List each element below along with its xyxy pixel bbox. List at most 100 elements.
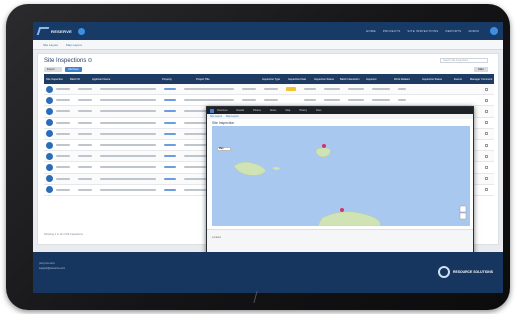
row-checkbox[interactable]	[485, 165, 488, 169]
table-cell	[100, 188, 156, 191]
table-cell-link[interactable]	[164, 144, 176, 147]
col-header[interactable]: Property	[160, 78, 194, 81]
row-checkbox[interactable]	[485, 188, 488, 192]
island-north	[315, 147, 331, 158]
col-header[interactable]: Inspection Date	[286, 78, 312, 81]
modal-tab[interactable]: Map	[285, 109, 290, 112]
modal-subnav-site-layout[interactable]: Site Layout	[210, 115, 222, 118]
nav-item-admin[interactable]: ADMIN	[468, 29, 479, 33]
app-logo[interactable]: RESERVE	[36, 27, 86, 35]
row-view-icon[interactable]	[46, 107, 53, 115]
modal-tab[interactable]: Overview	[217, 109, 227, 112]
col-header[interactable]: Inspection Status	[312, 78, 338, 81]
row-checkbox[interactable]	[485, 132, 488, 136]
site-inspection-modal: Overview Details Photos Notes Map Histor…	[206, 106, 474, 260]
col-header[interactable]: Inspector	[364, 78, 392, 81]
map-view[interactable]: Map	[212, 126, 470, 226]
table-cell-link[interactable]	[164, 88, 176, 91]
modal-tab[interactable]: Photos	[253, 109, 261, 112]
nav-item-reports[interactable]: REPORTS	[445, 29, 461, 33]
col-header[interactable]: Manager Comment	[468, 78, 494, 81]
nav-item-projects[interactable]: PROJECTS	[383, 29, 401, 33]
app-screen: RESERVE HOME PROJECTS SITE INSPECTIONS R…	[33, 22, 503, 293]
table-cell	[78, 132, 92, 135]
col-header[interactable]: Batch ID	[68, 78, 90, 81]
nav-item-home[interactable]: HOME	[366, 29, 376, 33]
table-cell	[304, 88, 316, 91]
col-header[interactable]: Work Related	[392, 78, 420, 81]
map-marker-south	[340, 208, 344, 212]
col-header[interactable]: Batch Interaction	[338, 78, 364, 81]
row-checkbox[interactable]	[485, 121, 488, 125]
table-cell	[100, 155, 156, 158]
footer-brand-name: RESOURCE SOLUTIONS	[453, 270, 493, 274]
table-cell	[78, 166, 92, 169]
table-cell-link[interactable]	[164, 110, 176, 113]
export-button[interactable]: Export	[44, 67, 62, 72]
table-row[interactable]	[44, 95, 494, 107]
zoom-in-icon	[459, 205, 467, 213]
logo-icon	[36, 27, 50, 35]
row-view-icon[interactable]	[46, 141, 53, 149]
col-header[interactable]: Events	[452, 78, 468, 81]
nav-item-site-inspections[interactable]: SITE INSPECTIONS	[407, 29, 438, 33]
row-checkbox[interactable]	[485, 109, 488, 113]
table-cell-link[interactable]	[164, 99, 176, 102]
sub-navigation: Site Layout Map Layout	[33, 40, 503, 50]
row-checkbox[interactable]	[485, 177, 488, 181]
help-icon[interactable]	[88, 58, 93, 62]
status-badge	[286, 87, 296, 92]
add-new-button[interactable]: Add New	[65, 67, 82, 72]
col-header[interactable]: Site Inspection	[44, 78, 68, 81]
table-cell	[100, 110, 156, 113]
table-cell-link[interactable]	[164, 166, 176, 169]
footer-email[interactable]: support@resource.com	[39, 267, 65, 270]
row-checkbox[interactable]	[485, 154, 488, 158]
table-cell	[100, 177, 156, 180]
row-view-icon[interactable]	[46, 130, 53, 138]
row-checkbox[interactable]	[485, 87, 488, 91]
user-avatar[interactable]	[490, 27, 498, 35]
table-cell	[398, 88, 406, 91]
modal-tab[interactable]: Notes	[270, 109, 277, 112]
table-cell-link[interactable]	[164, 177, 176, 180]
table-row[interactable]	[44, 84, 494, 96]
row-view-icon[interactable]	[46, 119, 53, 127]
filter-button[interactable]: Filter	[474, 67, 488, 72]
row-view-icon[interactable]	[46, 186, 53, 194]
modal-tab[interactable]: History	[299, 109, 307, 112]
modal-subnav-map-layout[interactable]: Map Layout	[226, 115, 239, 118]
map-type-select[interactable]: Map	[217, 147, 231, 151]
table-cell-link[interactable]	[164, 188, 176, 191]
table-cell-link[interactable]	[164, 155, 176, 158]
row-checkbox[interactable]	[485, 98, 488, 102]
table-cell-link[interactable]	[164, 132, 176, 135]
table-cell-link[interactable]	[164, 121, 176, 124]
table-cell	[372, 99, 390, 102]
app-icon	[210, 108, 214, 113]
col-header[interactable]: Inspection Status	[420, 78, 452, 81]
row-view-icon[interactable]	[46, 96, 53, 104]
modal-subnav: Site Layout Map Layout	[207, 114, 473, 119]
subnav-map-layout[interactable]: Map Layout	[66, 43, 82, 47]
modal-tab[interactable]: Details	[236, 109, 244, 112]
table-cell	[78, 99, 92, 102]
modal-tab[interactable]: Files	[316, 109, 321, 112]
action-buttons: Export Add New	[44, 67, 82, 72]
row-view-icon[interactable]	[46, 152, 53, 160]
search-input[interactable]: Search Site Inspections	[440, 58, 488, 63]
table-cell	[78, 88, 92, 91]
col-header[interactable]: Inspection Type	[260, 78, 286, 81]
page-footer: (xxx) xxx-xxxx support@resource.com RESO…	[33, 252, 503, 293]
row-checkbox[interactable]	[485, 143, 488, 147]
island-west	[233, 161, 267, 176]
table-cell	[100, 99, 156, 102]
row-view-icon[interactable]	[46, 175, 53, 183]
row-view-icon[interactable]	[46, 85, 53, 93]
col-header[interactable]: Project Title	[194, 78, 260, 81]
subnav-site-layout[interactable]: Site Layout	[43, 43, 58, 47]
row-view-icon[interactable]	[46, 163, 53, 171]
col-header[interactable]: Applicant Name	[90, 78, 160, 81]
table-cell	[56, 88, 70, 91]
table-cell	[184, 99, 234, 102]
